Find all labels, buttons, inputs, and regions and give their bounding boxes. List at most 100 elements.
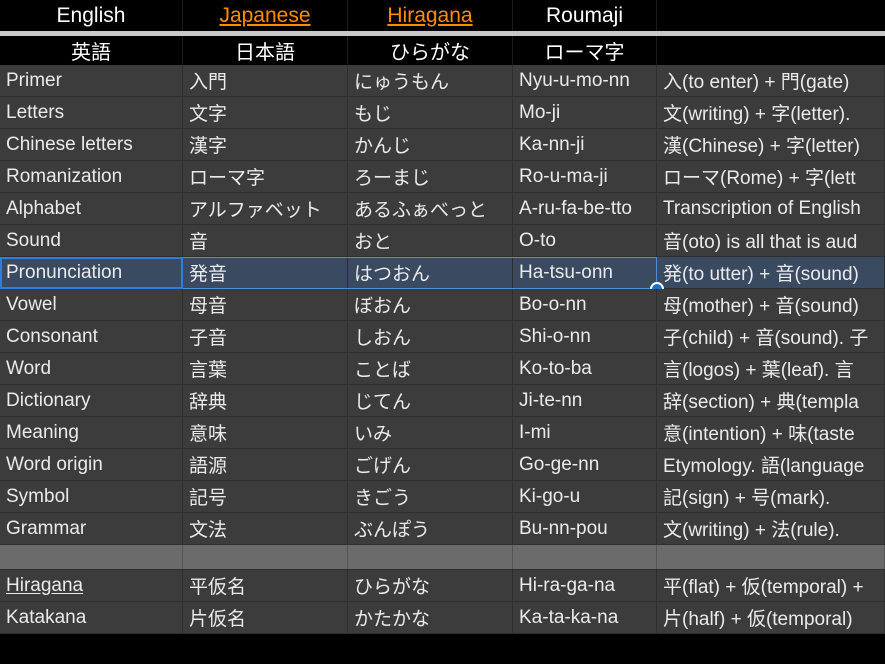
cell-english[interactable]: Pronunciation xyxy=(0,257,183,288)
cell-japanese[interactable]: 平仮名 xyxy=(183,570,348,601)
cell-english[interactable]: Romanization xyxy=(0,161,183,192)
table-row[interactable]: Romanization ローマ字 ろーまじ Ro-u-ma-ji ローマ(Rome) … xyxy=(0,161,885,193)
cell-japanese[interactable]: 漢字 xyxy=(183,129,348,160)
cell-notes[interactable]: 母(mother) + 音(sound) xyxy=(657,289,885,320)
cell-roumaji[interactable]: Ro-u-ma-ji xyxy=(513,161,657,192)
cell-hiragana[interactable]: しおん xyxy=(348,321,513,352)
header-cell-japanese-jp[interactable]: 日本語 xyxy=(183,36,348,65)
table-row-spacer[interactable] xyxy=(0,545,885,570)
table-row[interactable]: Primer 入門 にゅうもん Nyu-u-mo-nn 入(to enter) + 門(… xyxy=(0,65,885,97)
cell-japanese[interactable]: 記号 xyxy=(183,481,348,512)
cell-notes[interactable]: 音(oto) is all that is aud xyxy=(657,225,885,256)
cell-english[interactable]: Symbol xyxy=(0,481,183,512)
header-cell-hiragana[interactable]: Hiragana xyxy=(348,0,513,31)
cell-hiragana[interactable]: ことば xyxy=(348,353,513,384)
cell-link[interactable]: Hiragana xyxy=(6,575,83,597)
cell-japanese[interactable]: 言葉 xyxy=(183,353,348,384)
table-row[interactable]: Letters 文字 もじ Mo-ji 文(writing) + 字(letter). xyxy=(0,97,885,129)
cell-hiragana[interactable]: きごう xyxy=(348,481,513,512)
table-row[interactable]: Sound 音おと O-to 音(oto) is all that is aud xyxy=(0,225,885,257)
cell-hiragana[interactable]: おと xyxy=(348,225,513,256)
cell-japanese[interactable] xyxy=(183,545,348,569)
cell-english[interactable]: Hiragana xyxy=(0,570,183,601)
cell-english[interactable]: Meaning xyxy=(0,417,183,448)
cell-roumaji[interactable]: Bu-nn-pou xyxy=(513,513,657,544)
cell-english[interactable]: Dictionary xyxy=(0,385,183,416)
cell-roumaji[interactable]: O-to xyxy=(513,225,657,256)
cell-roumaji[interactable]: I-mi xyxy=(513,417,657,448)
table-row[interactable]: Pronunciation 発音 はつおん Ha-tsu-onn 発(to utter)… xyxy=(0,257,885,296)
cell-roumaji[interactable]: Hi-ra-ga-na xyxy=(513,570,657,601)
cell-english[interactable]: Grammar xyxy=(0,513,183,544)
cell-notes[interactable] xyxy=(657,545,885,569)
header-cell-english-jp[interactable]: 英語 xyxy=(0,36,183,65)
cell-notes[interactable]: 記(sign) + 号(mark). xyxy=(657,481,885,512)
cell-roumaji[interactable]: Ha-tsu-onn xyxy=(513,257,657,288)
cell-japanese[interactable]: 文法 xyxy=(183,513,348,544)
table-row[interactable]: Dictionary 辞典 じてん Ji-te-nn 辞(section) + 典(te… xyxy=(0,385,885,417)
header-cell-hiragana-jp[interactable]: ひらがな xyxy=(348,36,513,65)
cell-english[interactable]: Chinese letters xyxy=(0,129,183,160)
table-row[interactable]: Meaning 意味 いみ I-mi 意(intention) + 味(taste xyxy=(0,417,885,449)
data-grid[interactable]: Primer 入門 にゅうもん Nyu-u-mo-nn 入(to enter) + 門(… xyxy=(0,65,885,634)
cell-japanese[interactable]: 子音 xyxy=(183,321,348,352)
cell-notes[interactable]: 文(writing) + 字(letter). xyxy=(657,97,885,128)
header-cell-japanese[interactable]: Japanese xyxy=(183,0,348,31)
cell-japanese[interactable]: ローマ字 xyxy=(183,161,348,192)
cell-hiragana[interactable] xyxy=(348,545,513,569)
cell-english[interactable]: Sound xyxy=(0,225,183,256)
table-row[interactable]: Alphabet アルファベット あるふぁべっと A-ru-fa-be-tto Tran… xyxy=(0,193,885,225)
cell-japanese[interactable]: 意味 xyxy=(183,417,348,448)
cell-hiragana[interactable]: ひらがな xyxy=(348,570,513,601)
cell-notes[interactable]: ローマ(Rome) + 字(lett xyxy=(657,161,885,192)
cell-roumaji[interactable]: Ko-to-ba xyxy=(513,353,657,384)
header-cell-notes[interactable] xyxy=(657,0,885,31)
cell-roumaji[interactable]: Nyu-u-mo-nn xyxy=(513,65,657,96)
table-row[interactable]: Consonant 子音 しおん Shi-o-nn 子(child) + 音(sound… xyxy=(0,321,885,353)
header-cell-roumaji[interactable]: Roumaji xyxy=(513,0,657,31)
table-row[interactable]: Katakana 片仮名 かたかな Ka-ta-ka-na 片(half) + 仮(te… xyxy=(0,602,885,634)
cell-japanese[interactable]: 音 xyxy=(183,225,348,256)
cell-hiragana[interactable]: にゅうもん xyxy=(348,65,513,96)
cell-notes[interactable]: 入(to enter) + 門(gate) xyxy=(657,65,885,96)
cell-roumaji[interactable]: Bo-o-nn xyxy=(513,289,657,320)
cell-english[interactable]: Katakana xyxy=(0,602,183,633)
cell-hiragana[interactable]: ぼおん xyxy=(348,289,513,320)
cell-japanese[interactable]: 辞典 xyxy=(183,385,348,416)
cell-notes[interactable]: 文(writing) + 法(rule). xyxy=(657,513,885,544)
cell-english[interactable] xyxy=(0,545,183,569)
table-row[interactable]: Hiragana 平仮名 ひらがな Hi-ra-ga-na 平(flat) + 仮(te… xyxy=(0,570,885,602)
cell-hiragana[interactable]: かんじ xyxy=(348,129,513,160)
cell-notes[interactable]: 言(logos) + 葉(leaf). 言 xyxy=(657,353,885,384)
table-row[interactable]: Symbol 記号 きごう Ki-go-u 記(sign) + 号(mark). xyxy=(0,481,885,513)
cell-english[interactable]: Letters xyxy=(0,97,183,128)
table-row[interactable]: Word 言葉 ことば Ko-to-ba 言(logos) + 葉(leaf). 言 xyxy=(0,353,885,385)
cell-english[interactable]: Word xyxy=(0,353,183,384)
cell-roumaji[interactable]: Mo-ji xyxy=(513,97,657,128)
cell-hiragana[interactable]: かたかな xyxy=(348,602,513,633)
cell-japanese[interactable]: 母音 xyxy=(183,289,348,320)
cell-roumaji[interactable]: Ki-go-u xyxy=(513,481,657,512)
cell-hiragana[interactable]: ろーまじ xyxy=(348,161,513,192)
cell-notes[interactable]: 辞(section) + 典(templa xyxy=(657,385,885,416)
cell-roumaji[interactable]: A-ru-fa-be-tto xyxy=(513,193,657,224)
cell-notes[interactable]: 片(half) + 仮(temporal) xyxy=(657,602,885,633)
cell-japanese[interactable]: 入門 xyxy=(183,65,348,96)
cell-notes[interactable]: 平(flat) + 仮(temporal) + xyxy=(657,570,885,601)
cell-roumaji[interactable]: Ka-ta-ka-na xyxy=(513,602,657,633)
cell-japanese[interactable]: アルファベット xyxy=(183,193,348,224)
cell-notes[interactable]: 意(intention) + 味(taste xyxy=(657,417,885,448)
cell-notes[interactable]: Etymology. 語(language xyxy=(657,449,885,480)
cell-notes[interactable]: 子(child) + 音(sound). 子 xyxy=(657,321,885,352)
header-cell-notes-jp[interactable] xyxy=(657,36,885,65)
cell-notes[interactable]: Transcription of English xyxy=(657,193,885,224)
table-row[interactable]: Vowel 母音 ぼおん Bo-o-nn 母(mother) + 音(sound) xyxy=(0,289,885,321)
cell-hiragana[interactable]: あるふぁべっと xyxy=(348,193,513,224)
table-row[interactable]: Chinese letters 漢字 かんじ Ka-nn-ji 漢(Chinese) +… xyxy=(0,129,885,161)
cell-hiragana[interactable]: じてん xyxy=(348,385,513,416)
cell-roumaji[interactable]: Ka-nn-ji xyxy=(513,129,657,160)
table-row[interactable]: Word origin 語源 ごげん Go-ge-nn Etymology. 語(lan… xyxy=(0,449,885,481)
cell-hiragana[interactable]: もじ xyxy=(348,97,513,128)
table-row[interactable]: Grammar 文法 ぶんぽう Bu-nn-pou 文(writing) + 法(rul… xyxy=(0,513,885,545)
cell-notes[interactable]: 漢(Chinese) + 字(letter) xyxy=(657,129,885,160)
